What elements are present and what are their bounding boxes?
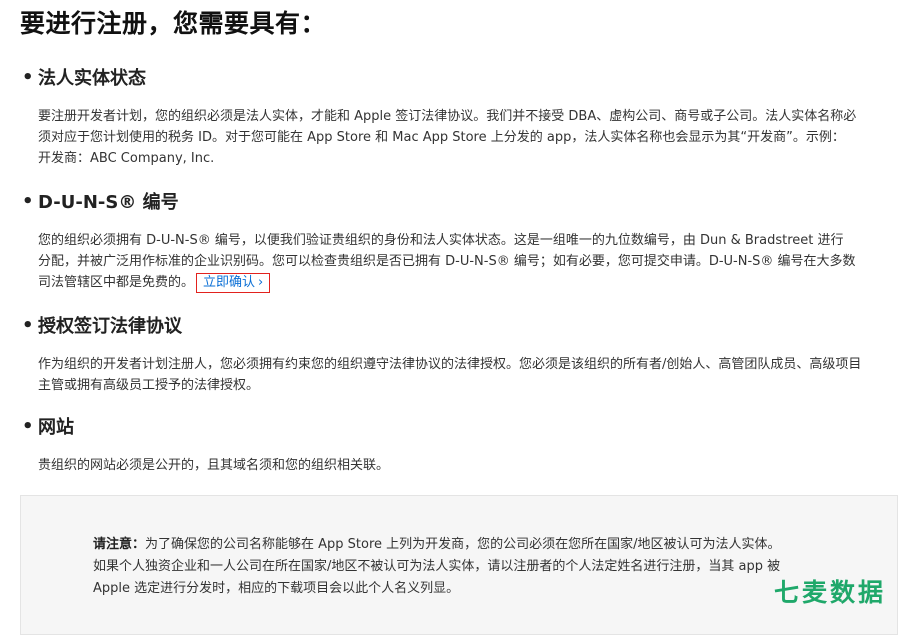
paragraph-line: 须对应于您计划使用的税务 ID。对于您可能在 App Store 和 Mac A… xyxy=(38,130,845,145)
note-label: 请注意： xyxy=(93,537,146,552)
chevron-right-icon: › xyxy=(258,275,264,290)
section-website: • 网站 贵组织的网站必须是公开的，且其域名须和您的组织相关联。 xyxy=(22,413,882,476)
bullet-icon: • xyxy=(22,190,34,212)
paragraph-line: 分配，并被广泛用作标准的企业识别码。您可以检查贵组织是否已拥有 D-U-N-S®… xyxy=(38,254,856,269)
bullet-icon: • xyxy=(22,314,34,336)
note-first-line: 为了确保您的公司名称能够在 App Store 上列为开发商，您的公司必须在您所… xyxy=(145,537,781,552)
note-line: Apple 选定进行分发时，相应的下载项目会以此个人名义列显。 xyxy=(93,581,460,596)
bullet-icon: • xyxy=(22,66,34,88)
note-line: 请注意：为了确保您的公司名称能够在 App Store 上列为开发商，您的公司必… xyxy=(93,534,833,556)
section-body-legal-entity: 要注册开发者计划，您的组织必须是法人实体，才能和 Apple 签订法律协议。我们… xyxy=(38,106,886,169)
paragraph-text: 司法管辖区中都是免费的。 xyxy=(38,275,195,290)
section-legal-entity: • 法人实体状态 要注册开发者计划，您的组织必须是法人实体，才能和 Apple … xyxy=(22,64,882,169)
note-text: 请注意：为了确保您的公司名称能够在 App Store 上列为开发商，您的公司必… xyxy=(93,534,833,600)
section-title-website: 网站 xyxy=(38,417,74,438)
paragraph-line: 开发商：ABC Company, Inc. xyxy=(38,151,215,166)
section-heading: • 网站 xyxy=(22,413,882,439)
watermark-logo: 七麦数据 xyxy=(773,578,886,607)
paragraph-line: 司法管辖区中都是免费的。 立即确认 › xyxy=(38,272,886,293)
bullet-icon: • xyxy=(22,415,34,437)
note-box: 请注意：为了确保您的公司名称能够在 App Store 上列为开发商，您的公司必… xyxy=(20,495,898,635)
confirm-now-link[interactable]: 立即确认 › xyxy=(196,273,271,293)
section-title-legal-authority: 授权签订法律协议 xyxy=(38,316,182,337)
paragraph-line: 您的组织必须拥有 D-U-N-S® 编号，以便我们验证贵组织的身份和法人实体状态… xyxy=(38,233,844,248)
paragraph-line: 贵组织的网站必须是公开的，且其域名须和您的组织相关联。 xyxy=(38,458,390,473)
section-body-legal-authority: 作为组织的开发者计划注册人，您必须拥有约束您的组织遵守法律协议的法律授权。您必须… xyxy=(38,354,886,396)
section-body-duns: 您的组织必须拥有 D-U-N-S® 编号，以便我们验证贵组织的身份和法人实体状态… xyxy=(38,230,886,293)
section-title-legal-entity: 法人实体状态 xyxy=(38,68,146,89)
note-line: 如果个人独资企业和一人公司在所在国家/地区不被认可为法人实体，请以注册者的个人法… xyxy=(93,559,781,574)
paragraph-line: 要注册开发者计划，您的组织必须是法人实体，才能和 Apple 签订法律协议。我们… xyxy=(38,109,857,124)
paragraph-line: 作为组织的开发者计划注册人，您必须拥有约束您的组织遵守法律协议的法律授权。您必须… xyxy=(38,357,862,372)
section-heading: • 法人实体状态 xyxy=(22,64,882,90)
section-legal-authority: • 授权签订法律协议 作为组织的开发者计划注册人，您必须拥有约束您的组织遵守法律… xyxy=(22,312,882,396)
link-label: 立即确认 xyxy=(203,275,256,290)
paragraph-line: 主管或拥有高级员工授予的法律授权。 xyxy=(38,378,260,393)
section-body-website: 贵组织的网站必须是公开的，且其域名须和您的组织相关联。 xyxy=(38,455,886,476)
section-title-duns: D-U-N-S® 编号 xyxy=(38,192,179,213)
section-duns: • D-U-N-S® 编号 您的组织必须拥有 D-U-N-S® 编号，以便我们验… xyxy=(22,188,882,293)
page-title: 要进行注册，您需要具有： xyxy=(20,9,327,38)
section-heading: • D-U-N-S® 编号 xyxy=(22,188,882,214)
section-heading: • 授权签订法律协议 xyxy=(22,312,882,338)
